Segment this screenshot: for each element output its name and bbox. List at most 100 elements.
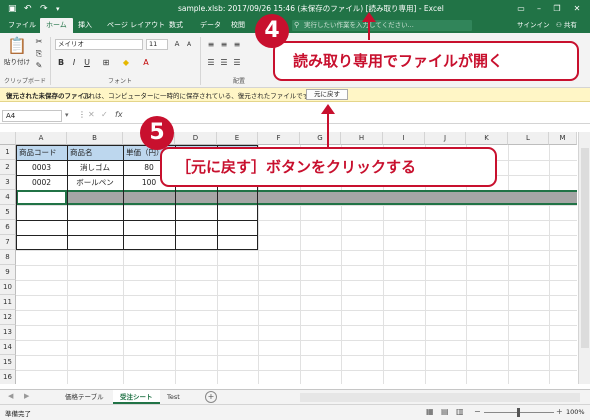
format-painter-icon[interactable]: ✎ bbox=[34, 60, 44, 71]
tab-insert[interactable]: 挿入 bbox=[72, 18, 98, 33]
row-header[interactable]: 15 bbox=[0, 355, 16, 370]
customize-qat-icon[interactable]: ▾ bbox=[56, 3, 60, 15]
column-header[interactable]: J bbox=[425, 132, 466, 145]
sign-in-link[interactable]: サインイン bbox=[517, 18, 550, 33]
column-header[interactable]: M bbox=[549, 132, 577, 145]
font-size-select[interactable]: 11 bbox=[146, 39, 168, 50]
copy-icon[interactable]: ⎘ bbox=[34, 48, 44, 59]
tell-me-search[interactable]: ⚲ 実行したい作業を入力してください... bbox=[292, 20, 472, 31]
sheet-prev-icon[interactable]: ◀ bbox=[8, 392, 13, 400]
borders-icon[interactable]: ⊞ bbox=[100, 57, 112, 68]
sheet-tab-test[interactable]: Test bbox=[160, 390, 187, 404]
cancel-icon[interactable]: ✕ bbox=[88, 110, 95, 119]
horizontal-scrollbar[interactable] bbox=[300, 393, 580, 402]
close-button[interactable]: ✕ bbox=[570, 2, 584, 15]
group-font-label: フォント bbox=[108, 78, 133, 85]
underline-button[interactable]: U bbox=[82, 57, 92, 68]
row-header[interactable]: 11 bbox=[0, 295, 16, 310]
row-header[interactable]: 16 bbox=[0, 370, 16, 384]
tab-review[interactable]: 校閲 bbox=[225, 18, 251, 33]
ribbon-tabs: ファイル ホーム 挿入 ページ レイアウト 数式 データ 校閲 ⚲ 実行したい作… bbox=[0, 18, 590, 33]
align-bottom-icon[interactable]: ≡ bbox=[232, 39, 242, 50]
column-header[interactable]: H bbox=[341, 132, 383, 145]
column-header[interactable]: D bbox=[175, 132, 217, 145]
name-box[interactable]: A4 bbox=[2, 110, 62, 122]
callout-5-box: ［元に戻す］ボタンをクリックする bbox=[160, 147, 497, 187]
tab-formulas[interactable]: 数式 bbox=[163, 18, 189, 33]
align-middle-icon[interactable]: ≡ bbox=[219, 39, 229, 50]
font-name-select[interactable]: メイリオ bbox=[55, 39, 143, 50]
column-header[interactable]: F bbox=[258, 132, 300, 145]
minimize-button[interactable]: – bbox=[532, 2, 546, 15]
zoom-in-icon[interactable]: + bbox=[556, 407, 563, 416]
row-header[interactable]: 4 bbox=[0, 190, 16, 205]
cut-icon[interactable]: ✂ bbox=[34, 36, 44, 47]
tab-data[interactable]: データ bbox=[194, 18, 227, 33]
column-header[interactable]: A bbox=[16, 132, 67, 145]
name-box-dropdown-icon[interactable]: ▾ bbox=[65, 111, 69, 119]
vertical-scrollbar[interactable] bbox=[578, 132, 590, 384]
save-icon[interactable]: ▣ bbox=[8, 3, 17, 15]
redo-icon[interactable]: ↷ bbox=[40, 3, 48, 15]
row-header[interactable]: 10 bbox=[0, 280, 16, 295]
align-center-icon[interactable]: ☰ bbox=[219, 57, 229, 68]
row-header[interactable]: 1 bbox=[0, 145, 16, 160]
gridline bbox=[16, 370, 577, 371]
row-header[interactable]: 9 bbox=[0, 265, 16, 280]
restore-button[interactable]: 元に戻す bbox=[306, 89, 348, 100]
sheet-next-icon[interactable]: ▶ bbox=[24, 392, 29, 400]
maximize-button[interactable]: ❐ bbox=[550, 2, 564, 15]
zoom-level[interactable]: 100% bbox=[566, 408, 585, 416]
italic-button[interactable]: I bbox=[69, 57, 79, 68]
zoom-out-icon[interactable]: − bbox=[474, 407, 481, 416]
tab-file[interactable]: ファイル bbox=[2, 18, 42, 33]
paste-icon[interactable]: 📋 bbox=[6, 36, 28, 56]
font-color-icon[interactable]: A bbox=[140, 57, 152, 68]
scrollbar-thumb[interactable] bbox=[581, 148, 589, 348]
formula-input[interactable] bbox=[130, 110, 584, 122]
align-left-icon[interactable]: ☰ bbox=[206, 57, 216, 68]
row-header[interactable]: 8 bbox=[0, 250, 16, 265]
row-header[interactable]: 3 bbox=[0, 175, 16, 190]
column-header[interactable]: K bbox=[466, 132, 508, 145]
gridline bbox=[16, 340, 577, 341]
tab-home[interactable]: ホーム bbox=[40, 18, 73, 33]
row-header[interactable]: 5 bbox=[0, 205, 16, 220]
zoom-slider-thumb[interactable] bbox=[517, 408, 520, 417]
shrink-font-icon[interactable]: A bbox=[184, 39, 194, 50]
row-header[interactable]: 7 bbox=[0, 235, 16, 250]
window-title: sample.xlsb: 2017/09/26 15:46 (未保存のファイル)… bbox=[178, 4, 444, 13]
more-icon: ⋮ bbox=[78, 110, 86, 119]
undo-icon[interactable]: ↶ bbox=[24, 3, 32, 15]
paste-button[interactable]: 貼り付け bbox=[2, 57, 32, 68]
column-header[interactable]: L bbox=[508, 132, 549, 145]
add-sheet-button[interactable]: + bbox=[205, 391, 217, 403]
row-header[interactable]: 2 bbox=[0, 160, 16, 175]
column-header[interactable]: G bbox=[300, 132, 341, 145]
callout-4-pointer bbox=[368, 20, 370, 40]
align-top-icon[interactable]: ≡ bbox=[206, 39, 216, 50]
row-header[interactable]: 13 bbox=[0, 325, 16, 340]
row-header[interactable]: 14 bbox=[0, 340, 16, 355]
insert-function-button[interactable]: fx bbox=[115, 110, 123, 119]
share-button[interactable]: ⚇ 共有 bbox=[556, 18, 577, 33]
column-header[interactable]: B bbox=[67, 132, 123, 145]
normal-view-icon[interactable]: ▦ bbox=[426, 407, 434, 416]
select-all-corner[interactable] bbox=[0, 132, 16, 145]
align-right-icon[interactable]: ☰ bbox=[232, 57, 242, 68]
fill-color-icon[interactable]: ◆ bbox=[120, 57, 132, 68]
status-ready: 準備完了 bbox=[5, 410, 31, 418]
page-break-view-icon[interactable]: ▥ bbox=[456, 407, 464, 416]
column-header[interactable]: I bbox=[383, 132, 425, 145]
sheet-tab-order-sheet[interactable]: 受注シート bbox=[113, 390, 160, 404]
sheet-tab-price-table[interactable]: 価格テーブル bbox=[58, 390, 111, 404]
enter-icon[interactable]: ✓ bbox=[101, 110, 108, 119]
page-layout-view-icon[interactable]: ▤ bbox=[441, 407, 449, 416]
bold-button[interactable]: B bbox=[56, 57, 66, 68]
grow-font-icon[interactable]: A bbox=[172, 39, 182, 50]
ribbon-display-icon[interactable]: ▭ bbox=[514, 2, 528, 15]
row-header[interactable]: 6 bbox=[0, 220, 16, 235]
tab-page-layout[interactable]: ページ レイアウト bbox=[101, 18, 171, 33]
column-header[interactable]: E bbox=[217, 132, 258, 145]
row-header[interactable]: 12 bbox=[0, 310, 16, 325]
